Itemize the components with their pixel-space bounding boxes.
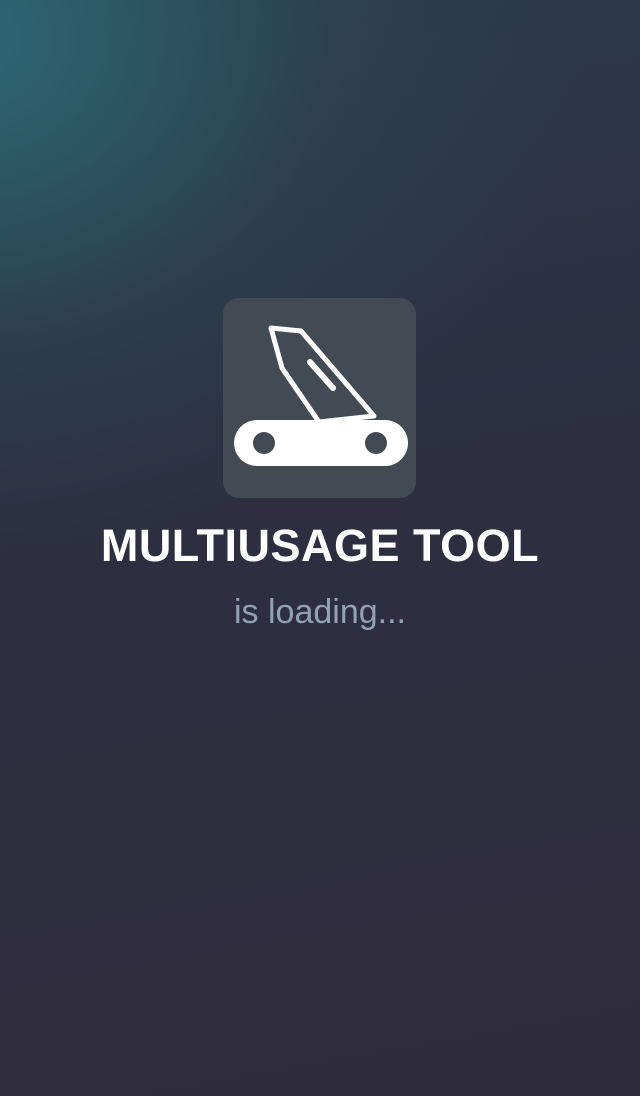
app-title: MULTIUSAGE TOOL [100, 520, 540, 571]
splash-screen: MULTIUSAGE TOOL is loading... [0, 0, 640, 1096]
loading-status: is loading... [234, 593, 406, 631]
pocket-knife-icon [234, 325, 408, 466]
app-logo [223, 298, 416, 498]
